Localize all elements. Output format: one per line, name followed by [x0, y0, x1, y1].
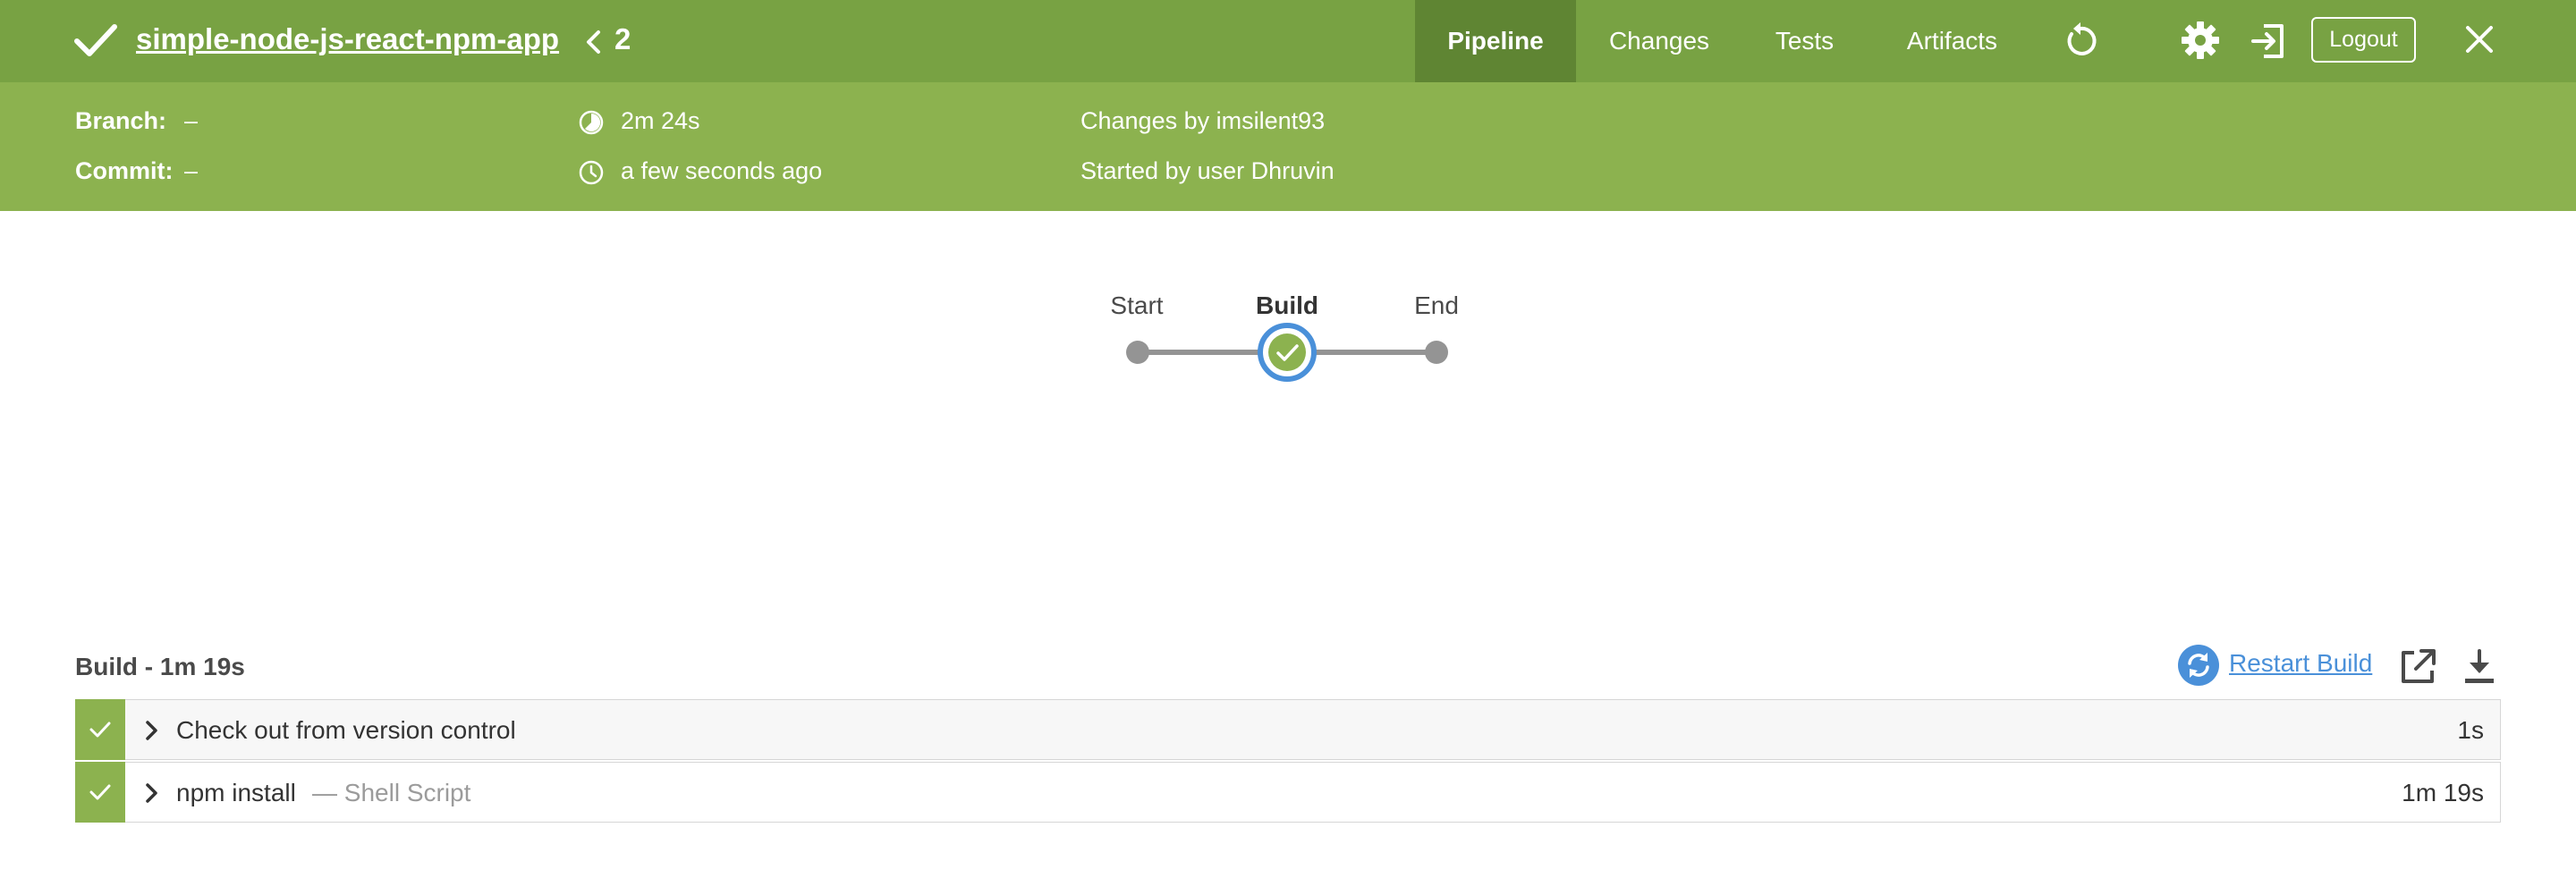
step-type: — Shell Script [312, 779, 471, 806]
pipeline-name-link[interactable]: simple-node-js-react-npm-app [136, 22, 559, 56]
top-bar: simple-node-js-react-npm-app 2 Pipeline … [0, 0, 2576, 82]
external-link-icon[interactable] [2398, 647, 2437, 687]
step-status-success [75, 699, 125, 760]
stage-detail-title: Build - 1m 19s [75, 653, 245, 680]
restart-icon [2178, 645, 2219, 686]
step-name: npm install [176, 779, 296, 806]
chevron-right-icon[interactable] [142, 719, 160, 742]
logout-button[interactable]: Logout [2311, 17, 2416, 63]
tab-pipeline[interactable]: Pipeline [1415, 0, 1576, 82]
tab-changes[interactable]: Changes [1592, 0, 1726, 82]
run-started-time: a few seconds ago [621, 157, 823, 184]
check-icon [89, 784, 111, 800]
branch-value: – [184, 107, 199, 134]
step-name: Check out from version control [176, 716, 516, 744]
stage-label-build[interactable]: Build [1256, 291, 1318, 320]
clock-icon [579, 160, 604, 185]
tab-artifacts[interactable]: Artifacts [1878, 0, 2026, 82]
step-status-success [75, 762, 125, 823]
step-row-npm-install[interactable]: npm install — Shell Script 1m 19s [75, 762, 2501, 823]
run-number: 2 [614, 22, 631, 55]
step-duration: 1m 19s [2402, 779, 2484, 806]
success-check-icon [74, 24, 117, 56]
pipeline-graph-canvas [1126, 323, 1448, 382]
changes-by: Changes by imsilent93 [1080, 107, 1326, 134]
branch-label: Branch: [75, 107, 167, 134]
sign-out-icon[interactable] [2250, 22, 2287, 60]
started-by: Started by user Dhruvin [1080, 157, 1335, 184]
start-node[interactable] [1126, 341, 1149, 364]
close-icon[interactable] [2462, 21, 2497, 57]
pipeline-graph: Start Build End [0, 211, 2576, 506]
step-row-checkout[interactable]: Check out from version control 1s [75, 699, 2501, 760]
restart-build-link[interactable]: Restart Build [2229, 649, 2372, 678]
stage-label-start: Start [1110, 291, 1164, 319]
replay-icon[interactable] [2061, 21, 2100, 61]
run-info-bar: Branch: – Commit: – 2m 24s a few seconds… [0, 82, 2576, 211]
download-icon[interactable] [2460, 647, 2499, 687]
build-node[interactable] [1268, 333, 1306, 371]
duration-icon [579, 110, 604, 135]
gear-icon[interactable] [2180, 20, 2221, 61]
run-duration: 2m 24s [621, 107, 700, 134]
commit-value: – [184, 157, 199, 184]
chevron-right-icon[interactable] [142, 781, 160, 805]
chevron-left-icon[interactable] [583, 29, 603, 55]
commit-label: Commit: [75, 157, 174, 184]
check-icon [89, 722, 111, 738]
step-duration: 1s [2457, 716, 2484, 744]
tab-tests[interactable]: Tests [1749, 0, 1860, 82]
end-node[interactable] [1425, 341, 1448, 364]
stage-label-end: End [1414, 291, 1459, 319]
